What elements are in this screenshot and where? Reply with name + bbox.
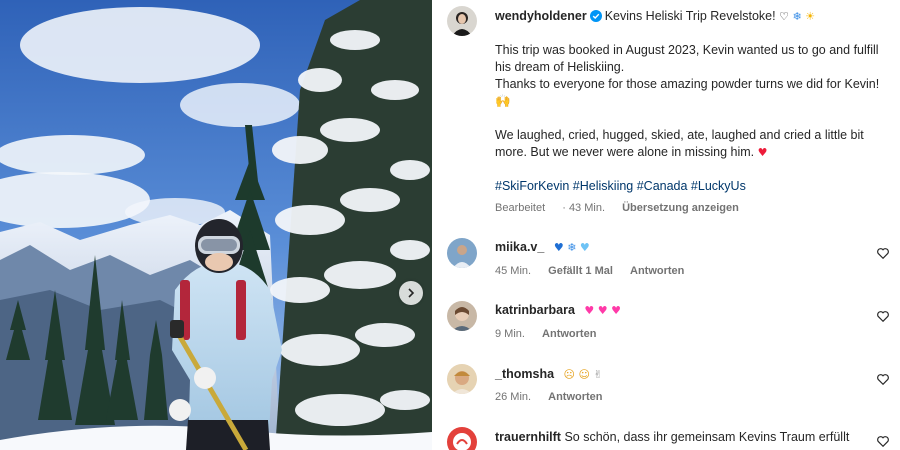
snowflake-emoji: ❄: [567, 241, 577, 254]
comment-username[interactable]: _thomsha: [495, 367, 554, 381]
comment-meta: 26 Min. Antworten: [495, 391, 617, 403]
comment-row: trauernhilft So schön, dass ihr gemeinsa…: [495, 429, 890, 446]
heart-outline-icon[interactable]: [876, 246, 890, 260]
comment-time: 9 Min.: [495, 328, 525, 340]
comment-likes[interactable]: Gefällt 1 Mal: [548, 265, 613, 277]
white-heart-emoji: ♡: [779, 10, 789, 23]
comment-username[interactable]: miika.v_: [495, 240, 544, 254]
verified-badge-icon: [589, 10, 602, 22]
post-details-panel: wendyholdener Kevins Heliski Trip Revelst…: [432, 0, 900, 450]
hashtags[interactable]: #SkiForKevin #Heliskiing #Canada #LuckyU…: [495, 178, 890, 195]
comment-row: miika.v_ ♥ ❄ ♥: [495, 239, 890, 256]
reply-button[interactable]: Antworten: [548, 391, 602, 403]
comment-username[interactable]: katrinbarbara: [495, 303, 575, 317]
post-meta: Bearbeitet · 43 Min. Übersetzung anzeige…: [495, 202, 753, 214]
hand-emoji: ✌: [593, 368, 603, 381]
post-caption: wendyholdener Kevins Heliski Trip Revelst…: [495, 8, 890, 212]
author-username[interactable]: wendyholdener: [495, 9, 587, 23]
caption-paragraph-3: We laughed, cried, hugged, skied, ate, l…: [495, 128, 864, 159]
comment-row: _thomsha ☹ ☺ ✌: [495, 366, 890, 383]
blue-heart-emoji: ♥: [553, 241, 564, 254]
heart-outline-icon[interactable]: [876, 434, 890, 448]
comment-avatar[interactable]: [447, 364, 477, 394]
ski-photo-image: [0, 0, 432, 450]
comment-meta: 9 Min. Antworten: [495, 328, 610, 340]
comment-meta: 45 Min. Gefällt 1 Mal Antworten: [495, 265, 698, 277]
chevron-right-icon: [408, 288, 415, 298]
post-photo: [0, 0, 432, 450]
translate-button[interactable]: Übersetzung anzeigen: [622, 202, 739, 214]
comment-text: So schön, dass ihr gemeinsam Kevins Trau…: [564, 430, 850, 444]
reply-button[interactable]: Antworten: [630, 265, 684, 277]
author-avatar[interactable]: [447, 6, 477, 36]
comment-avatar[interactable]: [447, 238, 477, 268]
caption-paragraph-1: This trip was booked in August 2023, Kev…: [495, 43, 879, 74]
sad-face-emoji: ☹: [563, 368, 575, 381]
post-title: Kevins Heliski Trip Revelstoke!: [604, 9, 776, 23]
pink-heart-emoji: ♥: [584, 304, 595, 317]
edited-label: Bearbeitet · 43 Min.: [495, 202, 606, 214]
pink-heart-emoji: ♥: [597, 304, 608, 317]
sun-emoji: ☀: [805, 10, 816, 23]
comment-avatar[interactable]: [447, 301, 477, 331]
reply-button[interactable]: Antworten: [542, 328, 596, 340]
snowflake-emoji: ❄: [792, 10, 802, 23]
comment-time: 45 Min.: [495, 265, 532, 277]
carousel-next-button[interactable]: [399, 281, 423, 305]
heart-outline-icon[interactable]: [876, 372, 890, 386]
comment-time: 26 Min.: [495, 391, 532, 403]
comment-username[interactable]: trauernhilft: [495, 430, 561, 444]
pink-heart-emoji: ♥: [611, 304, 621, 317]
caption-paragraph-2: Thanks to everyone for those amazing pow…: [495, 77, 880, 108]
heart-outline-icon[interactable]: [876, 309, 890, 323]
comment-row: katrinbarbara ♥ ♥ ♥: [495, 302, 890, 319]
comment-avatar[interactable]: [447, 427, 477, 450]
smiling-face-emoji: ☺: [578, 368, 590, 381]
light-blue-heart-emoji: ♥: [579, 241, 590, 254]
red-heart-emoji: ♥: [757, 146, 768, 159]
